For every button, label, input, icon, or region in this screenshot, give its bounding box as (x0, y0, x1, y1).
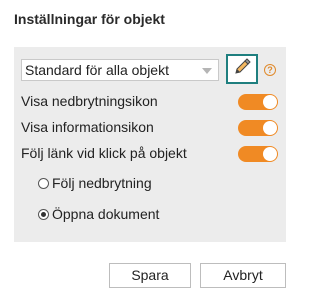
chevron-down-icon (202, 68, 212, 74)
edit-button[interactable] (226, 54, 258, 84)
select-value: Standard för alla objekt (25, 62, 169, 78)
radio-label: Följ nedbrytning (52, 175, 152, 191)
settings-panel: Standard för alla objekt ? Visa nedbrytn… (14, 47, 286, 242)
cancel-button[interactable]: Avbryt (200, 263, 286, 288)
toggle-knob (263, 95, 277, 109)
option-label-info-icon: Visa informationsikon (21, 119, 154, 135)
radio-button[interactable] (38, 177, 49, 189)
radio-label: Öppna dokument (52, 206, 160, 222)
help-icon[interactable]: ? (264, 64, 276, 76)
option-label-breakdown-icon: Visa nedbrytningsikon (21, 93, 158, 109)
pencil-icon (232, 57, 252, 82)
save-button[interactable]: Spara (109, 263, 191, 288)
dialog-title: Inställningar för objekt (14, 11, 165, 27)
radio-button-selected[interactable] (38, 208, 49, 220)
toggle-knob (263, 147, 277, 161)
object-mode-select[interactable]: Standard för alla objekt (21, 59, 219, 81)
toggle-info-icon[interactable] (238, 120, 278, 136)
toggle-knob (263, 121, 277, 135)
radio-follow-breakdown[interactable]: Följ nedbrytning (38, 175, 152, 191)
toggle-breakdown-icon[interactable] (238, 94, 278, 110)
radio-open-document[interactable]: Öppna dokument (38, 206, 159, 222)
option-label-follow-link: Följ länk vid klick på objekt (21, 145, 187, 161)
toggle-follow-link[interactable] (238, 146, 278, 162)
